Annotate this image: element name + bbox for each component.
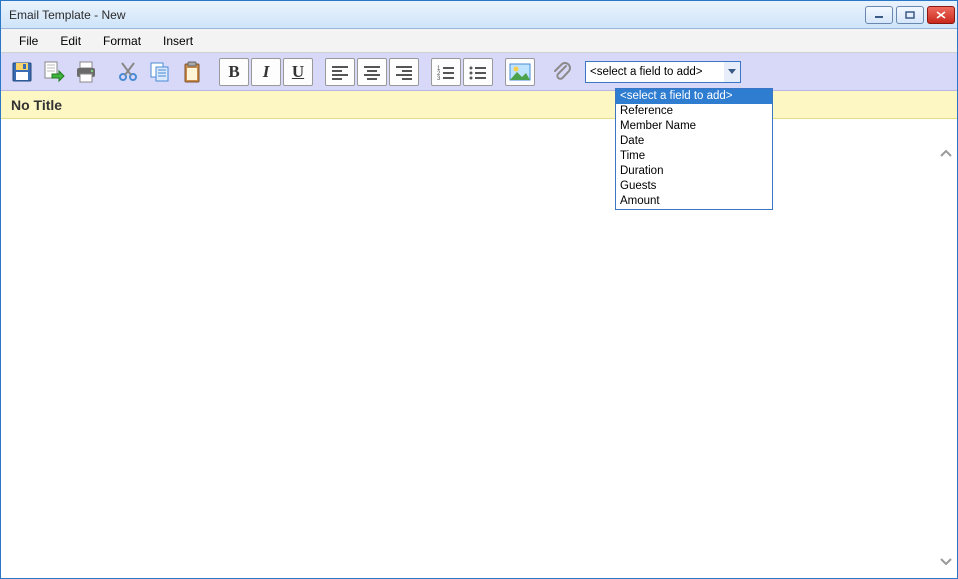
dropdown-option-placeholder[interactable]: <select a field to add>: [616, 89, 772, 104]
clipboard-icon: [180, 60, 204, 84]
chevron-down-icon: [728, 69, 736, 75]
dropdown-option-guests[interactable]: Guests: [616, 179, 772, 194]
chevron-down-icon: [940, 555, 952, 567]
print-button[interactable]: [71, 57, 101, 87]
underline-icon: U: [292, 62, 304, 82]
window-frame: Email Template - New File Edit Format In…: [0, 0, 958, 579]
titlebar: Email Template - New: [1, 1, 957, 29]
scissors-icon: [116, 60, 140, 84]
bold-button[interactable]: B: [219, 58, 249, 86]
paste-button[interactable]: [177, 57, 207, 87]
bullet-list-button[interactable]: [463, 58, 493, 86]
chevron-up-icon: [940, 148, 952, 160]
field-select-text: <select a field to add>: [590, 66, 703, 78]
underline-button[interactable]: U: [283, 58, 313, 86]
toolbar: B I U: [1, 53, 957, 91]
export-button[interactable]: [39, 57, 69, 87]
print-icon: [74, 60, 98, 84]
copy-button[interactable]: [145, 57, 175, 87]
dropdown-option-time[interactable]: Time: [616, 149, 772, 164]
window-title: Email Template - New: [9, 8, 865, 22]
menu-file[interactable]: File: [9, 31, 48, 51]
scroll-up-indicator: [939, 147, 953, 163]
menubar: File Edit Format Insert: [1, 29, 957, 53]
close-icon: [936, 11, 946, 19]
field-select-combo[interactable]: <select a field to add>: [585, 61, 741, 83]
align-left-icon: [330, 64, 350, 80]
dropdown-option-amount[interactable]: Amount: [616, 194, 772, 209]
insert-image-button[interactable]: [505, 58, 535, 86]
menu-edit[interactable]: Edit: [50, 31, 91, 51]
dropdown-option-date[interactable]: Date: [616, 134, 772, 149]
align-right-icon: [394, 64, 414, 80]
dropdown-option-member-name[interactable]: Member Name: [616, 119, 772, 134]
copy-icon: [148, 60, 172, 84]
scroll-down-indicator: [939, 554, 953, 570]
dropdown-option-duration[interactable]: Duration: [616, 164, 772, 179]
minimize-icon: [874, 11, 884, 19]
numbered-list-button[interactable]: 1 2 3: [431, 58, 461, 86]
save-button[interactable]: [7, 57, 37, 87]
italic-icon: I: [263, 62, 270, 82]
field-select-dropdown: <select a field to add> Reference Member…: [615, 88, 773, 210]
maximize-icon: [905, 11, 915, 19]
menu-insert[interactable]: Insert: [153, 31, 203, 51]
align-center-button[interactable]: [357, 58, 387, 86]
combo-arrow: [724, 62, 740, 82]
editor-area[interactable]: [1, 119, 957, 578]
paperclip-icon: [550, 60, 574, 84]
minimize-button[interactable]: [865, 6, 893, 24]
align-left-button[interactable]: [325, 58, 355, 86]
dropdown-option-reference[interactable]: Reference: [616, 104, 772, 119]
numbered-list-icon: 1 2 3: [436, 64, 456, 80]
menu-format[interactable]: Format: [93, 31, 151, 51]
window-controls: [865, 6, 955, 24]
close-button[interactable]: [927, 6, 955, 24]
subject-bar[interactable]: No Title: [1, 91, 957, 119]
align-right-button[interactable]: [389, 58, 419, 86]
bold-icon: B: [228, 62, 239, 82]
save-icon: [10, 60, 34, 84]
attach-button[interactable]: [547, 57, 577, 87]
subject-text: No Title: [11, 97, 62, 113]
svg-text:3: 3: [437, 76, 441, 80]
image-icon: [509, 63, 531, 81]
maximize-button[interactable]: [896, 6, 924, 24]
export-icon: [42, 60, 66, 84]
cut-button[interactable]: [113, 57, 143, 87]
align-center-icon: [362, 64, 382, 80]
italic-button[interactable]: I: [251, 58, 281, 86]
bullet-list-icon: [468, 64, 488, 80]
